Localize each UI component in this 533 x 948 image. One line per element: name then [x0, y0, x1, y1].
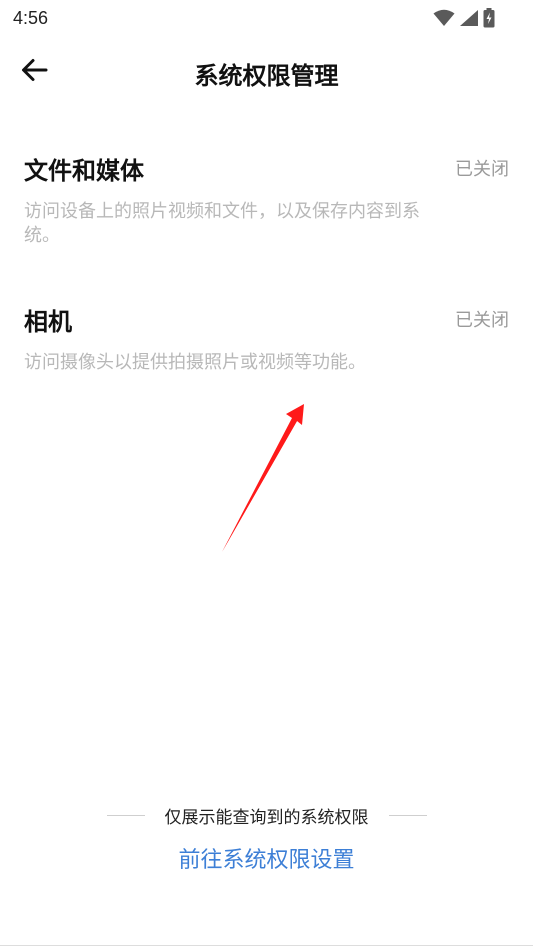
permission-description: 访问设备上的照片视频和文件，以及保存内容到系统。 [24, 201, 420, 246]
status-bar: 4:56 [0, 0, 533, 36]
cellular-signal-icon [459, 9, 479, 27]
status-icons [433, 8, 495, 28]
header: 系统权限管理 [0, 44, 533, 100]
battery-charging-icon [483, 8, 495, 28]
page-title: 系统权限管理 [194, 62, 339, 90]
permission-status: 已关闭 [455, 310, 509, 331]
footer-note: 仅展示能查询到的系统权限 [0, 802, 533, 828]
footer-note-text: 仅展示能查询到的系统权限 [164, 807, 369, 828]
status-time: 4:56 [13, 8, 49, 28]
bottom-divider [0, 945, 533, 946]
permission-description: 访问摄像头以提供拍摄照片或视频等功能。 [24, 352, 366, 373]
system-settings-link[interactable]: 前往系统权限设置 [0, 842, 533, 874]
footer-divider-left [106, 814, 145, 816]
permission-name: 文件和媒体 [24, 156, 144, 185]
wifi-icon [433, 9, 455, 27]
permission-item-files-media[interactable]: 文件和媒体 已关闭 访问设备上的照片视频和文件，以及保存内容到系统。 [24, 152, 509, 248]
permission-item-camera[interactable]: 相机 已关闭 访问摄像头以提供拍摄照片或视频等功能。 [24, 303, 509, 375]
permission-status: 已关闭 [455, 159, 509, 180]
footer-divider-right [388, 814, 427, 816]
permission-row: 文件和媒体 已关闭 [24, 152, 509, 185]
permission-row: 相机 已关闭 [24, 303, 509, 336]
permission-name: 相机 [24, 307, 72, 336]
